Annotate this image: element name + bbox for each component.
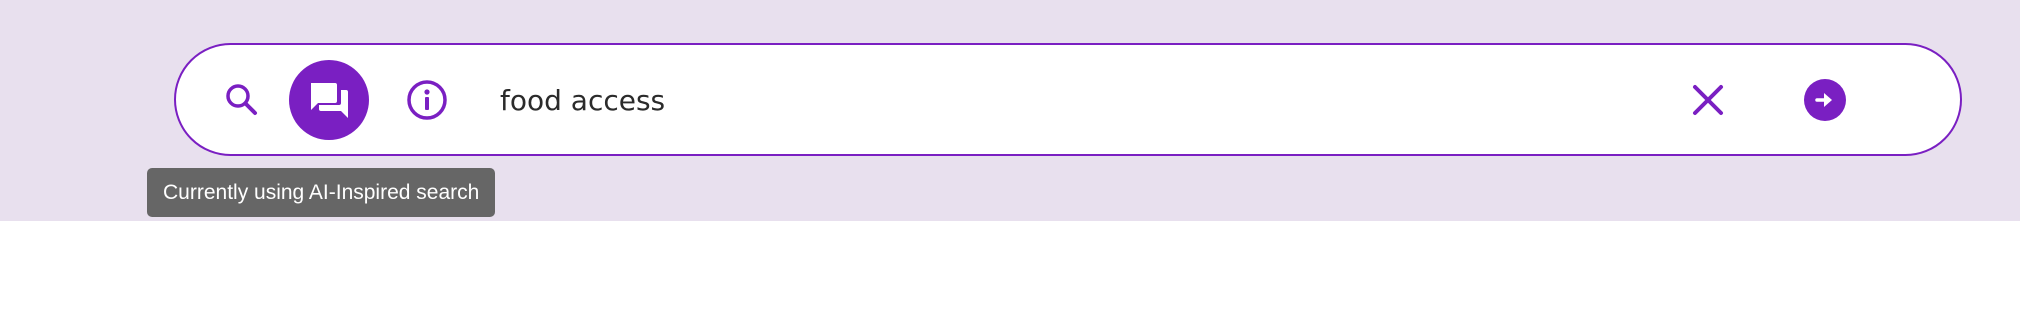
arrow-right-circle-icon	[1814, 89, 1836, 111]
search-input[interactable]	[500, 65, 1790, 135]
search-bar	[174, 43, 1962, 156]
ai-search-mode-button[interactable]	[289, 60, 369, 140]
search-mode-tooltip: Currently using AI-Inspired search	[147, 168, 496, 217]
clear-search-button[interactable]	[1678, 70, 1738, 130]
submit-search-button[interactable]	[1804, 79, 1846, 121]
search-icon	[222, 80, 262, 120]
search-header-band: Currently using AI-Inspired search	[0, 0, 2020, 221]
chat-bubbles-icon	[307, 78, 351, 122]
info-button[interactable]	[397, 70, 457, 130]
keyword-search-mode-button[interactable]	[212, 70, 272, 130]
info-icon	[406, 79, 448, 121]
close-icon	[1690, 82, 1726, 118]
